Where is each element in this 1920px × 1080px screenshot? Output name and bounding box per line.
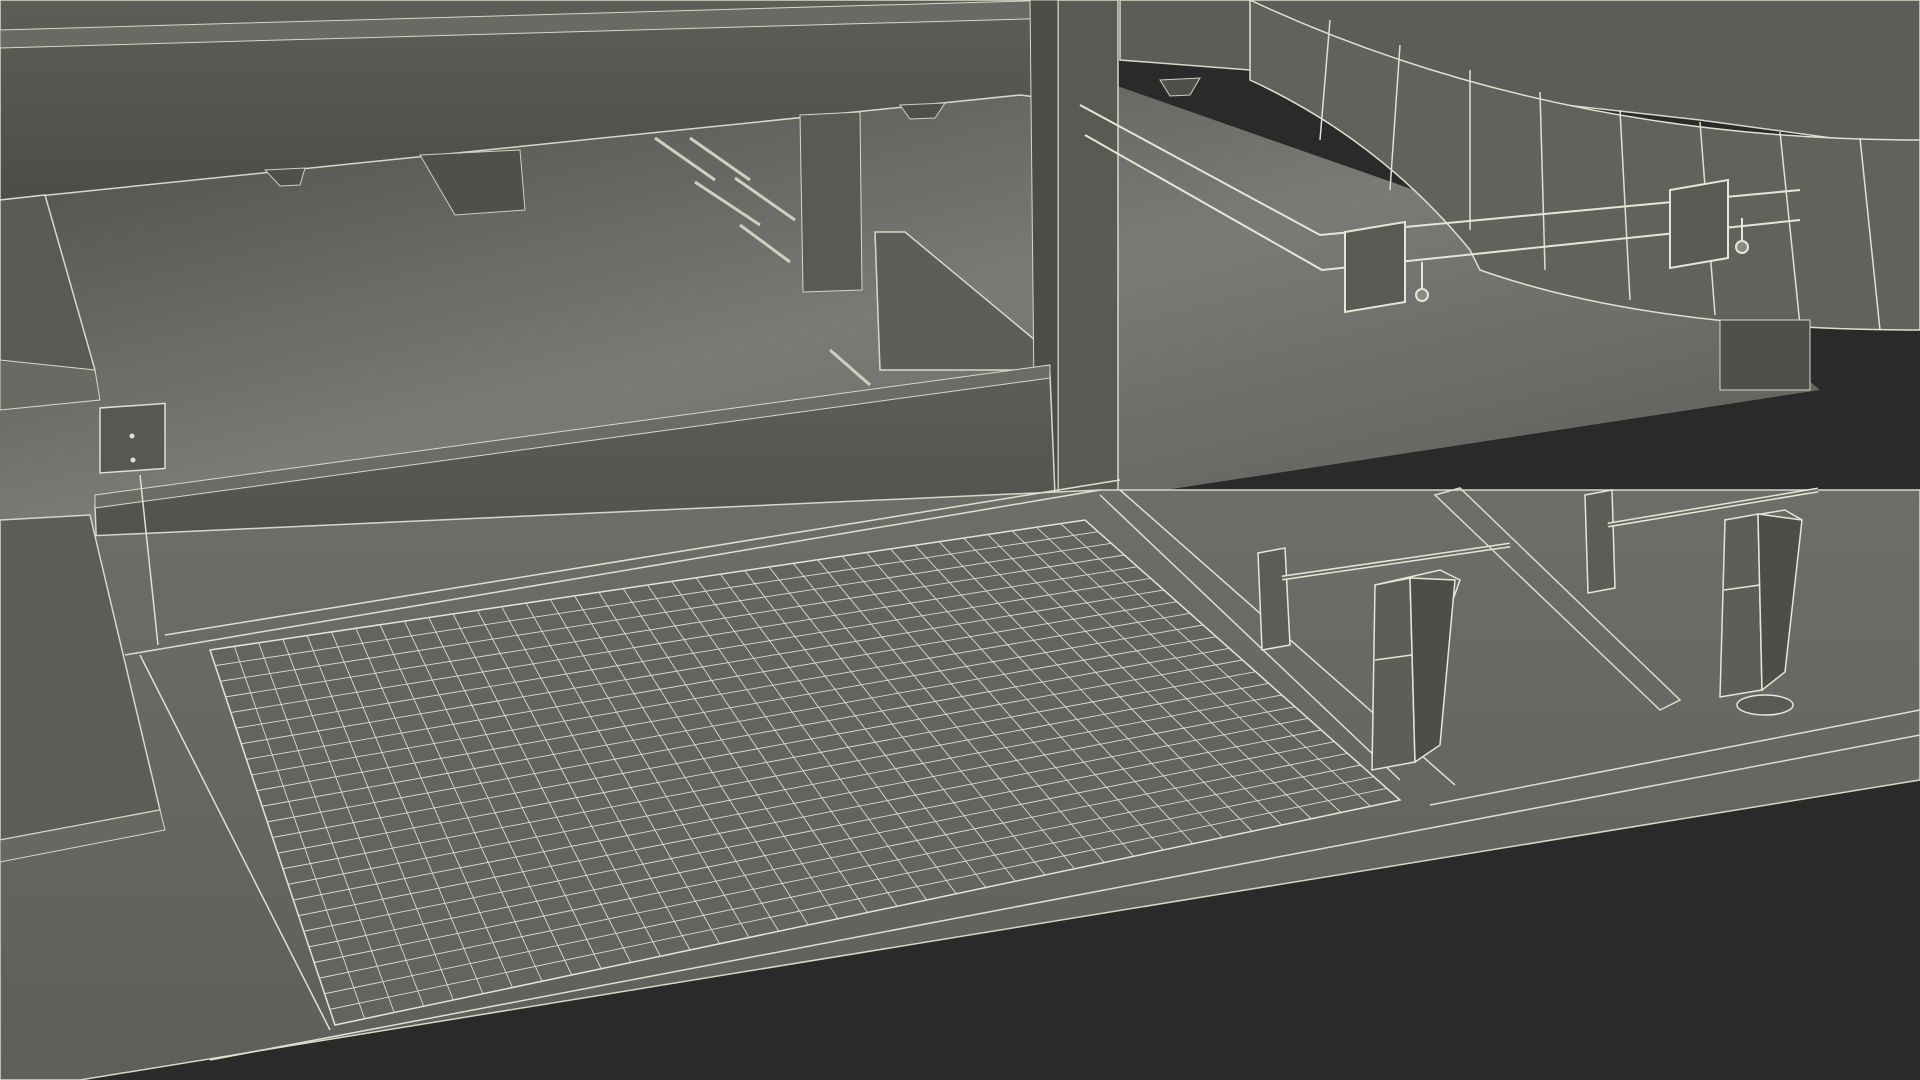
clearance-sign-right (1669, 178, 1729, 270)
main-pillar (1057, 0, 1119, 496)
clearance-sign-left (1344, 220, 1406, 314)
ramp-support-column (1719, 319, 1811, 391)
back-column (799, 111, 863, 293)
garage-scene (0, 0, 1920, 1080)
